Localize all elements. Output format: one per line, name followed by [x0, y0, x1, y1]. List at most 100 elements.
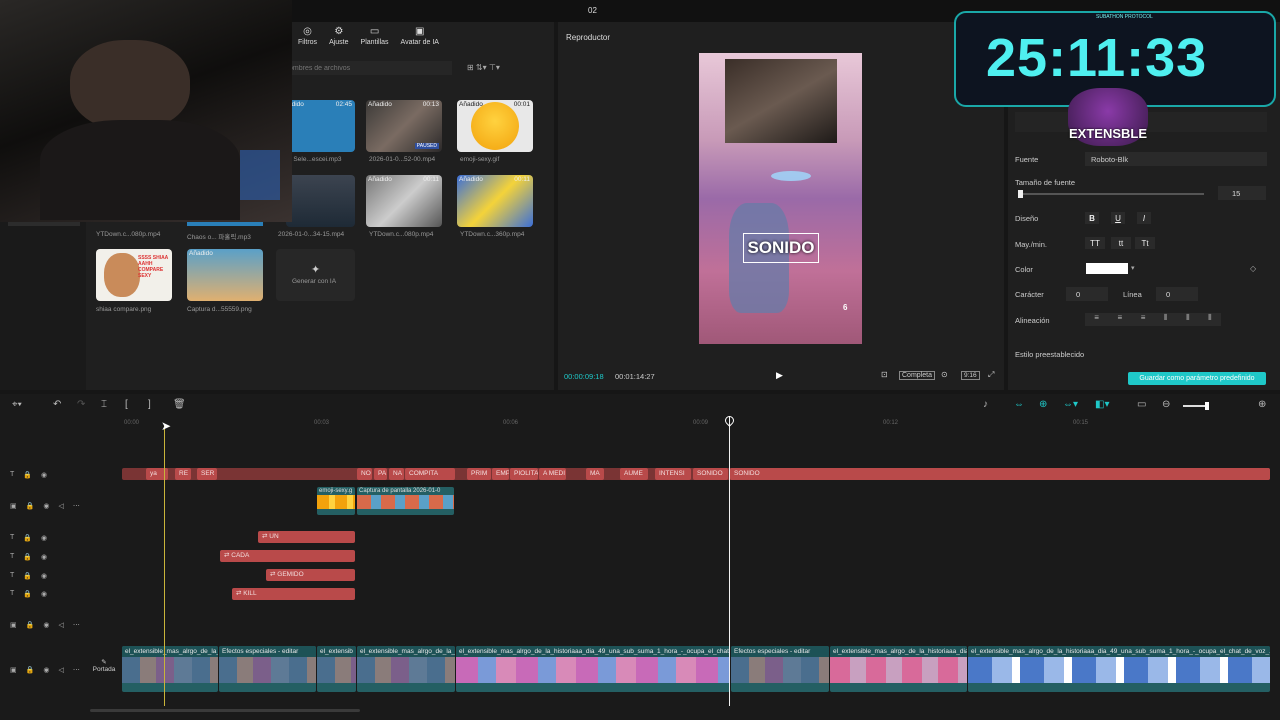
view-mode-icon[interactable]: ⊞ ⇅▾ ⊤▾	[467, 63, 500, 72]
zoom-in-icon[interactable]: ⊕	[1258, 399, 1266, 410]
caption-icon[interactable]: ▭	[1137, 399, 1146, 410]
split-icon[interactable]: ⌶	[101, 399, 107, 410]
media-item[interactable]: Añadido 00:13 PAUSED	[366, 100, 442, 152]
timeline-scrollbar[interactable]	[90, 709, 360, 712]
text-clip[interactable]: SER	[197, 468, 217, 480]
slider-handle[interactable]	[1018, 190, 1023, 198]
caption-text[interactable]: SONIDO	[743, 233, 819, 263]
link-icon[interactable]: ⇔	[1014, 399, 1024, 410]
text-clip[interactable]: EMP	[492, 468, 509, 480]
zoom-slider[interactable]	[1183, 402, 1209, 410]
media-item[interactable]: Añadido	[187, 249, 263, 301]
align-top-icon[interactable]: ⦀	[1164, 313, 1168, 326]
save-preset-button[interactable]: Guardar como parámetro predefinido	[1128, 372, 1266, 385]
adjust-tool[interactable]: ⚙ Ajuste	[329, 27, 348, 47]
font-size-slider[interactable]	[1018, 190, 1204, 198]
effect-clip[interactable]: ⇄ GEMIDO	[266, 569, 355, 581]
align-left-icon[interactable]: ≡	[1094, 313, 1099, 326]
video-clip[interactable]: el_extensible_mas_alrgo_de_la_historiaaa…	[456, 646, 730, 692]
text-clip[interactable]: PIOLITA	[510, 468, 538, 480]
track-header-audio[interactable]: ▣ 🔒 ◉ ◁ ⋯	[10, 621, 80, 629]
media-item[interactable]: Añadido 00:11	[366, 175, 442, 227]
video-clip[interactable]: el_extensible_mas_alrgo_de_la_historiaaa…	[968, 646, 1270, 692]
media-item[interactable]: Añadido 00:11	[457, 175, 533, 227]
text-clip[interactable]: A MEDI	[539, 468, 566, 480]
fullscreen-icon[interactable]: ⤢	[988, 370, 994, 380]
effect-clip[interactable]: ⇄ CADA	[220, 550, 355, 562]
effect-clip[interactable]: ⇄ KILL	[232, 588, 355, 600]
color-swatch[interactable]	[1086, 263, 1128, 274]
video-clip[interactable]: el_extensible_mas_alrgo_de_la_h	[122, 646, 218, 692]
alignment-group[interactable]: ≡ ≡ ≡ ⦀ ⦀ ⦀	[1085, 313, 1221, 326]
track-header-text-5[interactable]: T 🔒 ◉	[10, 590, 47, 598]
media-item[interactable]: SSSS SHIAA AAHH COMPARE SEXY	[96, 249, 172, 301]
track-header-text[interactable]: T 🔒 ◉	[10, 471, 47, 479]
overlay-clip[interactable]: emoji-sexy.g	[317, 487, 355, 515]
track-header-main[interactable]: ▣ 🔒 ◉ ◁ ⋯	[10, 666, 80, 674]
align-middle-icon[interactable]: ⦀	[1186, 313, 1190, 326]
media-item[interactable]	[286, 175, 355, 227]
font-size-input[interactable]: 15	[1218, 186, 1266, 200]
text-clip[interactable]: COMPITA	[405, 468, 455, 480]
fit-icon[interactable]: ⊙	[941, 370, 948, 379]
play-icon[interactable]: ▶	[776, 370, 783, 381]
effect-video-clip[interactable]: Efectos especiales - editar	[219, 646, 316, 692]
effect-clip[interactable]: ⇄ UN	[258, 531, 355, 543]
text-clip[interactable]: PA	[374, 468, 387, 480]
font-select[interactable]: Roboto-Blk	[1085, 152, 1267, 166]
zoom-handle[interactable]	[1205, 402, 1209, 410]
text-clip[interactable]: INTENSI	[655, 468, 691, 480]
align-bottom-icon[interactable]: ⦀	[1208, 313, 1212, 326]
video-preview[interactable]: SONIDO 6	[699, 53, 862, 344]
delete-icon[interactable]: 🗑	[173, 399, 186, 410]
search-input[interactable]	[286, 61, 452, 75]
text-clip[interactable]: NA	[389, 468, 404, 480]
trim-right-icon[interactable]: ]	[148, 399, 151, 410]
chevron-down-icon[interactable]: ▾	[1131, 264, 1135, 272]
templates-tool[interactable]: ▭ Plantillas	[361, 27, 389, 47]
media-item[interactable]: adido 02:45	[286, 100, 355, 152]
trim-left-icon[interactable]: [	[125, 399, 128, 410]
italic-button[interactable]: I	[1137, 212, 1151, 224]
align-center-icon[interactable]: ≡	[1118, 313, 1123, 326]
underline-button[interactable]: U	[1111, 212, 1125, 224]
avatar-ai-tool[interactable]: ▣ Avatar de IA	[401, 27, 439, 47]
magnet-icon[interactable]: ⊕	[1039, 399, 1047, 410]
video-clip[interactable]: el_extensible_mas_alrgo_de_la_historiaaa…	[830, 646, 967, 692]
bold-button[interactable]: B	[1085, 212, 1099, 224]
crop-icon[interactable]: ⊡	[881, 370, 888, 379]
aspect-button[interactable]: 9:16	[961, 371, 980, 380]
text-clip[interactable]: NO	[357, 468, 372, 480]
align-right-icon[interactable]: ≡	[1141, 313, 1146, 326]
text-clip[interactable]: AUME	[620, 468, 648, 480]
text-clip[interactable]: RE	[175, 468, 191, 480]
text-clip-selected[interactable]: SONIDO	[730, 468, 1270, 480]
select-tool-icon[interactable]: ⌖▾	[12, 399, 22, 410]
text-clip[interactable]: PRIM	[467, 468, 491, 480]
video-clip[interactable]: el_extensib	[317, 646, 356, 692]
track-header-text-4[interactable]: T 🔒 ◉	[10, 572, 47, 580]
snap-icon[interactable]: ⇔▾	[1063, 399, 1078, 410]
track-header-text-2[interactable]: T 🔒 ◉	[10, 534, 47, 542]
line-spacing-input[interactable]: 0	[1156, 287, 1198, 301]
redo-icon[interactable]: ↷	[77, 399, 85, 410]
text-clip[interactable]: SONIDO	[693, 468, 728, 480]
track-header-text-3[interactable]: T 🔒 ◉	[10, 553, 47, 561]
preview-axis-icon[interactable]: ◧▾	[1095, 399, 1109, 410]
media-item[interactable]: Añadido 00:01	[457, 100, 533, 152]
uppercase-button[interactable]: TT	[1085, 237, 1105, 249]
effect-video-clip[interactable]: Efectos especiales - editar	[731, 646, 829, 692]
track-header-overlay[interactable]: ▣ 🔒 ◉ ◁ ⋯	[10, 502, 80, 510]
zoom-out-icon[interactable]: ⊖	[1162, 399, 1170, 410]
keyframe-icon[interactable]: ◇	[1250, 264, 1256, 273]
ratio-button[interactable]: Completa	[899, 371, 935, 380]
video-clip[interactable]: el_extensible_mas_alrgo_de_la_h	[357, 646, 455, 692]
titlecase-button[interactable]: Tt	[1135, 237, 1155, 249]
text-clip[interactable]: MA	[586, 468, 604, 480]
microphone-icon[interactable]: ♪	[983, 399, 988, 410]
lowercase-button[interactable]: tt	[1111, 237, 1131, 249]
char-spacing-input[interactable]: 0	[1066, 287, 1108, 301]
undo-icon[interactable]: ↶	[53, 399, 61, 410]
playhead[interactable]	[729, 416, 730, 706]
filters-tool[interactable]: ◎ Filtros	[298, 27, 317, 47]
